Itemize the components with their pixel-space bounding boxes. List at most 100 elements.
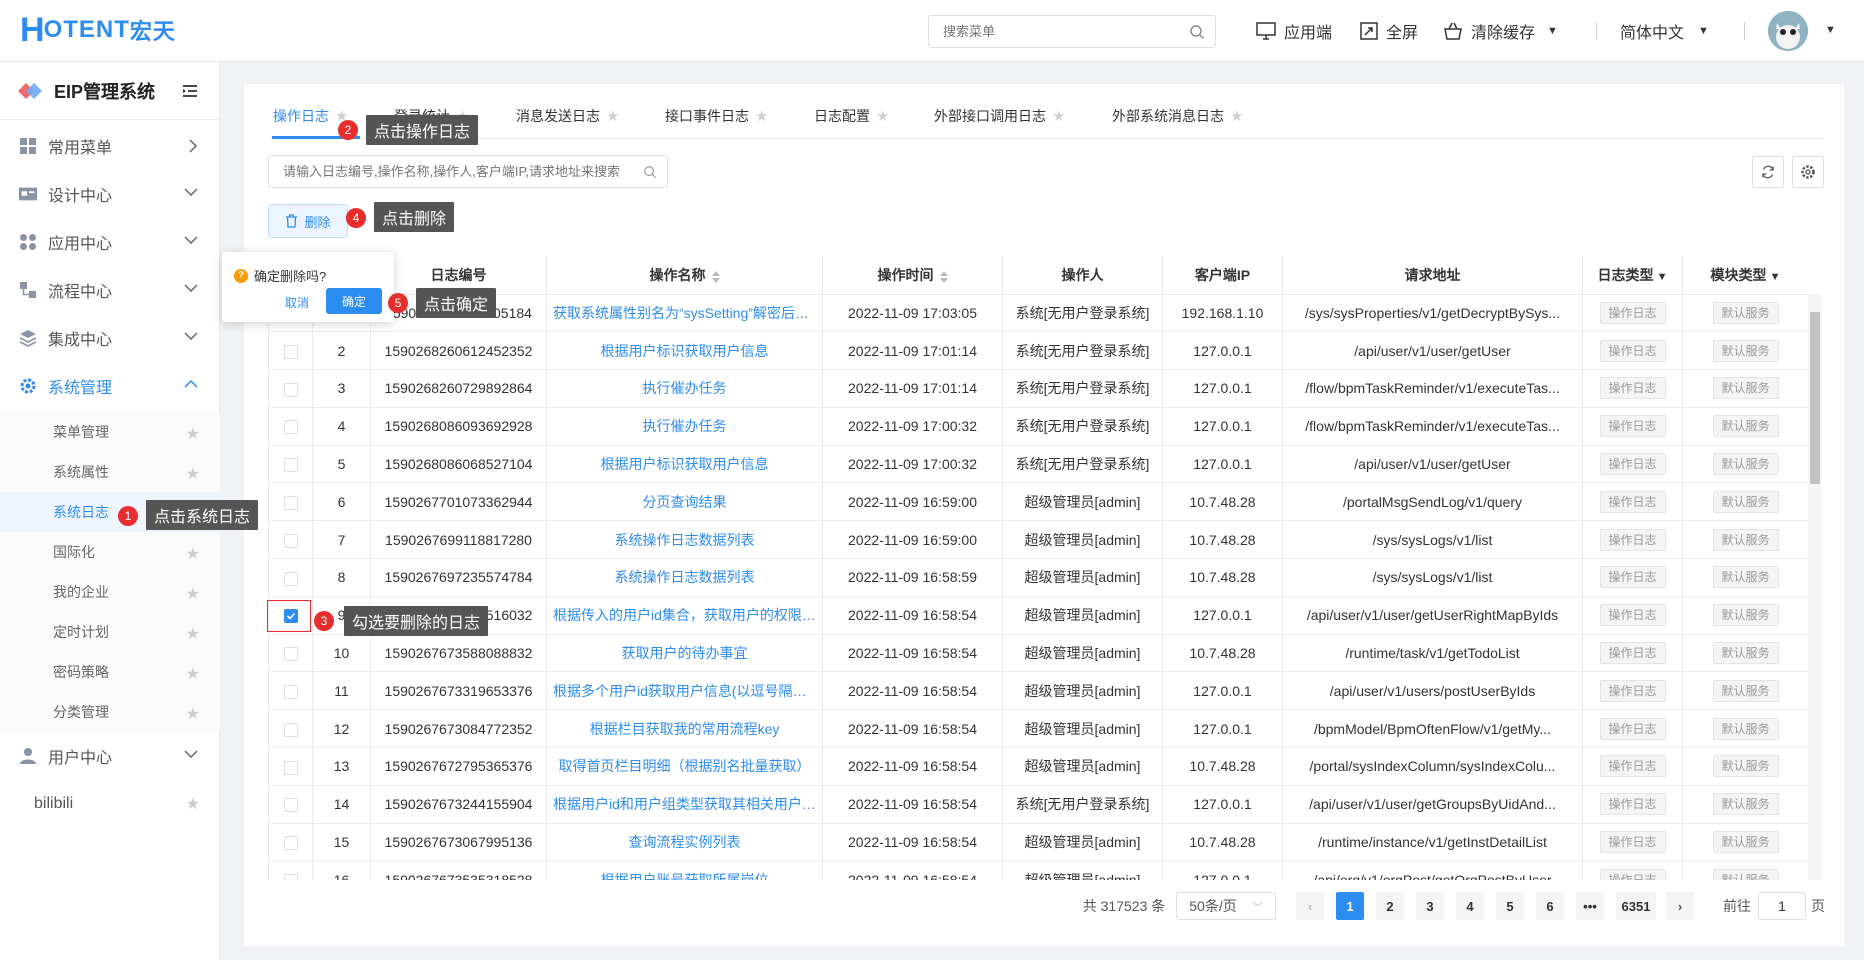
sub-system-props[interactable]: 系统属性 ★ xyxy=(0,452,220,492)
sub-menu-manage[interactable]: 菜单管理 ★ xyxy=(0,412,220,452)
sort-icon[interactable] xyxy=(711,270,720,284)
star-icon[interactable]: ★ xyxy=(755,107,768,125)
op-name-link[interactable]: 执行催办任务 xyxy=(546,369,823,408)
collapse-menu-icon[interactable] xyxy=(182,84,198,98)
nav-integration-center[interactable]: 集成中心 xyxy=(0,314,220,362)
menu-search-input[interactable] xyxy=(943,16,1183,47)
star-icon[interactable]: ★ xyxy=(186,464,200,484)
row-select-cell[interactable] xyxy=(268,671,313,711)
table-row[interactable]: 4 1590268086093692928 执行催办任务 2022-11-09 17:… xyxy=(268,406,1808,446)
hotent-logo[interactable]: H OTENT 宏天 xyxy=(20,11,176,49)
op-name-link[interactable]: 分页查询结果 xyxy=(546,482,823,522)
op-name-link[interactable]: 根据用户标识获取用户信息 xyxy=(546,444,823,484)
sub-password-policy[interactable]: 密码策略 ★ xyxy=(0,652,220,692)
settings-button[interactable] xyxy=(1792,156,1824,188)
row-select-cell[interactable] xyxy=(268,369,313,408)
table-row[interactable]: 6 1590267701073362944 分页查询结果 2022-11-09 16:… xyxy=(268,482,1808,522)
clear-cache-button[interactable]: 清除缓存 ▼ xyxy=(1443,19,1558,43)
sub-i18n[interactable]: 国际化 ★ xyxy=(0,532,220,572)
table-row[interactable]: 2 1590268260612452352 根据用户标识获取用户信息 2022-11-… xyxy=(268,331,1808,371)
row-checkbox[interactable] xyxy=(283,533,298,548)
user-avatar[interactable] xyxy=(1768,11,1808,51)
row-select-cell[interactable] xyxy=(268,633,313,673)
row-select-cell[interactable] xyxy=(268,444,313,484)
row-checkbox[interactable] xyxy=(283,798,298,813)
tab-message-log[interactable]: 消息发送日志 ★ xyxy=(516,104,619,128)
op-name-link[interactable]: 系统操作日志数据列表 xyxy=(546,558,823,597)
table-row[interactable]: 11 1590267673319653376 根据多个用户id获取用户信息(以逗号隔… xyxy=(268,671,1808,711)
row-checkbox[interactable] xyxy=(283,685,298,700)
page-button[interactable]: 1 xyxy=(1336,892,1364,920)
star-icon[interactable]: ★ xyxy=(186,704,200,724)
row-checkbox[interactable] xyxy=(283,760,298,775)
col-header-module-type[interactable]: 模块类型 ▼ xyxy=(1682,256,1808,295)
row-select-cell[interactable] xyxy=(268,709,313,749)
star-icon[interactable]: ★ xyxy=(186,624,200,644)
tab-operation-log[interactable]: 操作日志 ★ xyxy=(273,104,348,128)
row-checkbox[interactable] xyxy=(283,344,298,359)
avatar-caret-icon[interactable]: ▼ xyxy=(1825,24,1836,36)
page-button[interactable]: 2 xyxy=(1376,892,1404,920)
star-icon[interactable]: ★ xyxy=(186,794,200,814)
star-icon[interactable]: ★ xyxy=(186,544,200,564)
nav-user-center[interactable]: 用户中心 xyxy=(0,732,220,780)
op-name-link[interactable]: 执行催办任务 xyxy=(546,406,823,446)
table-row[interactable]: 5 1590268086068527104 根据用户标识获取用户信息 2022-11-… xyxy=(268,444,1808,484)
row-checkbox[interactable] xyxy=(283,647,298,662)
log-search-box[interactable] xyxy=(268,155,668,188)
row-checkbox[interactable] xyxy=(283,420,298,435)
table-row[interactable]: 8 1590267697235574784 系统操作日志数据列表 2022-11-09… xyxy=(268,558,1808,597)
table-row[interactable]: 3 1590268260729892864 执行催办任务 2022-11-09 17:… xyxy=(268,369,1808,408)
search-icon[interactable] xyxy=(643,165,657,179)
page-button[interactable]: 5 xyxy=(1496,892,1524,920)
op-name-link[interactable]: 根据栏目获取我的常用流程key xyxy=(546,709,823,749)
row-select-cell[interactable] xyxy=(268,331,313,371)
op-name-link[interactable]: 取得首页栏目明细（根据别名批量获取） xyxy=(546,747,823,786)
op-name-link[interactable]: 获取系统属性别名为“sysSetting”解密后数据 xyxy=(546,293,823,333)
row-checkbox[interactable] xyxy=(283,382,298,397)
row-select-cell[interactable] xyxy=(268,784,313,824)
sub-my-enterprise[interactable]: 我的企业 ★ xyxy=(0,572,220,612)
row-checkbox[interactable] xyxy=(283,496,298,511)
sort-icon[interactable] xyxy=(939,270,948,284)
row-select-cell[interactable] xyxy=(268,520,313,560)
row-select-cell[interactable] xyxy=(268,482,313,522)
row-checkbox[interactable] xyxy=(283,458,298,473)
table-row[interactable]: 10 1590267673588088832 获取用户的待办事宜 2022-11-09… xyxy=(268,633,1808,673)
op-name-link[interactable]: 系统操作日志数据列表 xyxy=(546,520,823,560)
table-row[interactable]: 14 1590267673244155904 根据用户id和用户组类型获取其相关用户… xyxy=(268,784,1808,824)
table-row[interactable]: 12 1590267673084772352 根据栏目获取我的常用流程key 2022… xyxy=(268,709,1808,749)
star-icon[interactable]: ★ xyxy=(186,584,200,604)
page-size-select[interactable]: 50条/页 ﹀ xyxy=(1176,892,1276,920)
filter-icon[interactable]: ▼ xyxy=(1654,271,1668,283)
nav-common-menu[interactable]: 常用菜单 xyxy=(0,122,220,170)
row-select-cell[interactable] xyxy=(268,558,313,597)
fullscreen-button[interactable]: 全屏 xyxy=(1360,19,1418,43)
op-name-link[interactable]: 查询流程实例列表 xyxy=(546,822,823,862)
next-page-button[interactable]: › xyxy=(1666,892,1694,920)
delete-button[interactable]: 删除 xyxy=(268,204,348,238)
search-icon[interactable] xyxy=(1189,24,1205,40)
table-row[interactable]: 16 1590267673535318528 根据用户账号获取所属岗位 2022-11… xyxy=(268,860,1808,880)
sub-category[interactable]: 分类管理 ★ xyxy=(0,692,220,732)
op-name-link[interactable]: 根据用户标识获取用户信息 xyxy=(546,331,823,371)
nav-flow-center[interactable]: 流程中心 xyxy=(0,266,220,314)
nav-system-management[interactable]: 系统管理 xyxy=(0,362,220,410)
table-row[interactable]: 13 1590267672795365376 取得首页栏目明细（根据别名批量获取） 2… xyxy=(268,747,1808,786)
row-select-cell[interactable] xyxy=(268,747,313,786)
language-select[interactable]: 简体中文 ▼ xyxy=(1620,19,1709,43)
scrollbar-thumb[interactable] xyxy=(1810,312,1820,484)
page-button[interactable]: 6351 xyxy=(1616,892,1656,920)
app-end-button[interactable]: 应用端 xyxy=(1256,19,1332,43)
page-button[interactable]: 6 xyxy=(1536,892,1564,920)
nav-design-center[interactable]: 设计中心 xyxy=(0,170,220,218)
row-checkbox[interactable] xyxy=(283,836,298,851)
menu-search-box[interactable] xyxy=(928,15,1216,48)
op-name-link[interactable]: 根据多个用户id获取用户信息(以逗号隔开)... xyxy=(546,671,823,711)
op-name-link[interactable]: 根据传入的用户id集合，获取用户的权限集合 xyxy=(546,595,823,635)
filter-icon[interactable]: ▼ xyxy=(1767,271,1781,283)
sub-schedule[interactable]: 定时计划 ★ xyxy=(0,612,220,652)
col-header-log-type[interactable]: 日志类型 ▼ xyxy=(1582,256,1683,295)
nav-app-center[interactable]: 应用中心 xyxy=(0,218,220,266)
tab-interface-event-log[interactable]: 接口事件日志 ★ xyxy=(665,104,768,128)
